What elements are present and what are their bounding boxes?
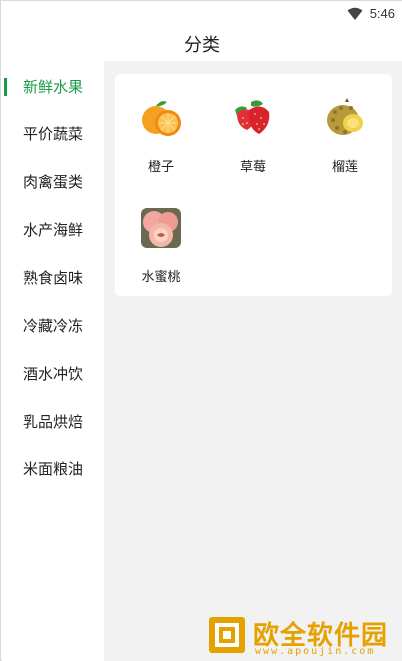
sidebar-item-frozen[interactable]: 冷藏冷冻 (2, 302, 104, 349)
product-name: 榴莲 (331, 160, 358, 175)
watermark-logo-icon (209, 617, 245, 653)
status-time: 5:46 (369, 6, 395, 21)
sidebar-item-fresh-fruit[interactable]: 新鲜水果 (2, 63, 104, 110)
watermark-url: www.apoujin.com (255, 646, 376, 657)
product-strawberry[interactable]: 草莓 (207, 74, 299, 175)
app-frame: 5:46 分类 新鲜水果 平价蔬菜 肉禽蛋类 水产海鲜 熟食卤味 冷藏冷冻 酒水… (0, 0, 402, 661)
product-name: 草莓 (239, 160, 266, 175)
product-name: 橙子 (147, 160, 174, 175)
category-sidebar: 新鲜水果 平价蔬菜 肉禽蛋类 水产海鲜 熟食卤味 冷藏冷冻 酒水冲饮 乳品烘焙 … (2, 61, 104, 661)
strawberry-icon (235, 100, 270, 134)
title-bar: 分类 (1, 27, 402, 61)
sidebar-item-label: 新鲜水果 (23, 78, 84, 96)
product-card: 橙子 草莓 榴莲 水蜜桃 (115, 74, 392, 296)
sidebar-item-label: 平价蔬菜 (23, 125, 84, 143)
product-name: 水蜜桃 (141, 270, 181, 285)
product-orange[interactable]: 橙子 (115, 74, 207, 175)
watermark: 欧全软件园 www.apoujin.com (207, 613, 397, 659)
product-peach[interactable]: 水蜜桃 (115, 184, 207, 285)
durian-icon (327, 98, 363, 135)
sidebar-item-label: 熟食卤味 (23, 269, 84, 287)
sidebar-item-label: 酒水冲饮 (23, 365, 84, 383)
active-indicator (4, 78, 7, 96)
status-bar: 5:46 (1, 1, 402, 27)
page-title: 分类 (184, 35, 220, 56)
orange-icon (142, 101, 181, 136)
sidebar-item-drinks[interactable]: 酒水冲饮 (2, 350, 104, 397)
peach-icon (141, 208, 181, 248)
sidebar-item-deli[interactable]: 熟食卤味 (2, 254, 104, 301)
sidebar-item-label: 米面粮油 (23, 460, 84, 478)
wifi-icon (347, 7, 363, 20)
sidebar-item-meat-eggs[interactable]: 肉禽蛋类 (2, 158, 104, 205)
sidebar-item-label: 水产海鲜 (23, 221, 84, 239)
sidebar-item-grain-oil[interactable]: 米面粮油 (2, 445, 104, 492)
sidebar-item-dairy-bakery[interactable]: 乳品烘焙 (2, 398, 104, 445)
sidebar-item-seafood[interactable]: 水产海鲜 (2, 206, 104, 253)
sidebar-item-label: 冷藏冷冻 (23, 317, 84, 335)
product-durian[interactable]: 榴莲 (299, 74, 391, 175)
sidebar-item-vegetables[interactable]: 平价蔬菜 (2, 110, 104, 157)
sidebar-item-label: 肉禽蛋类 (23, 173, 84, 191)
content-area: 橙子 草莓 榴莲 水蜜桃 (104, 61, 402, 661)
sidebar-item-label: 乳品烘焙 (23, 413, 84, 431)
